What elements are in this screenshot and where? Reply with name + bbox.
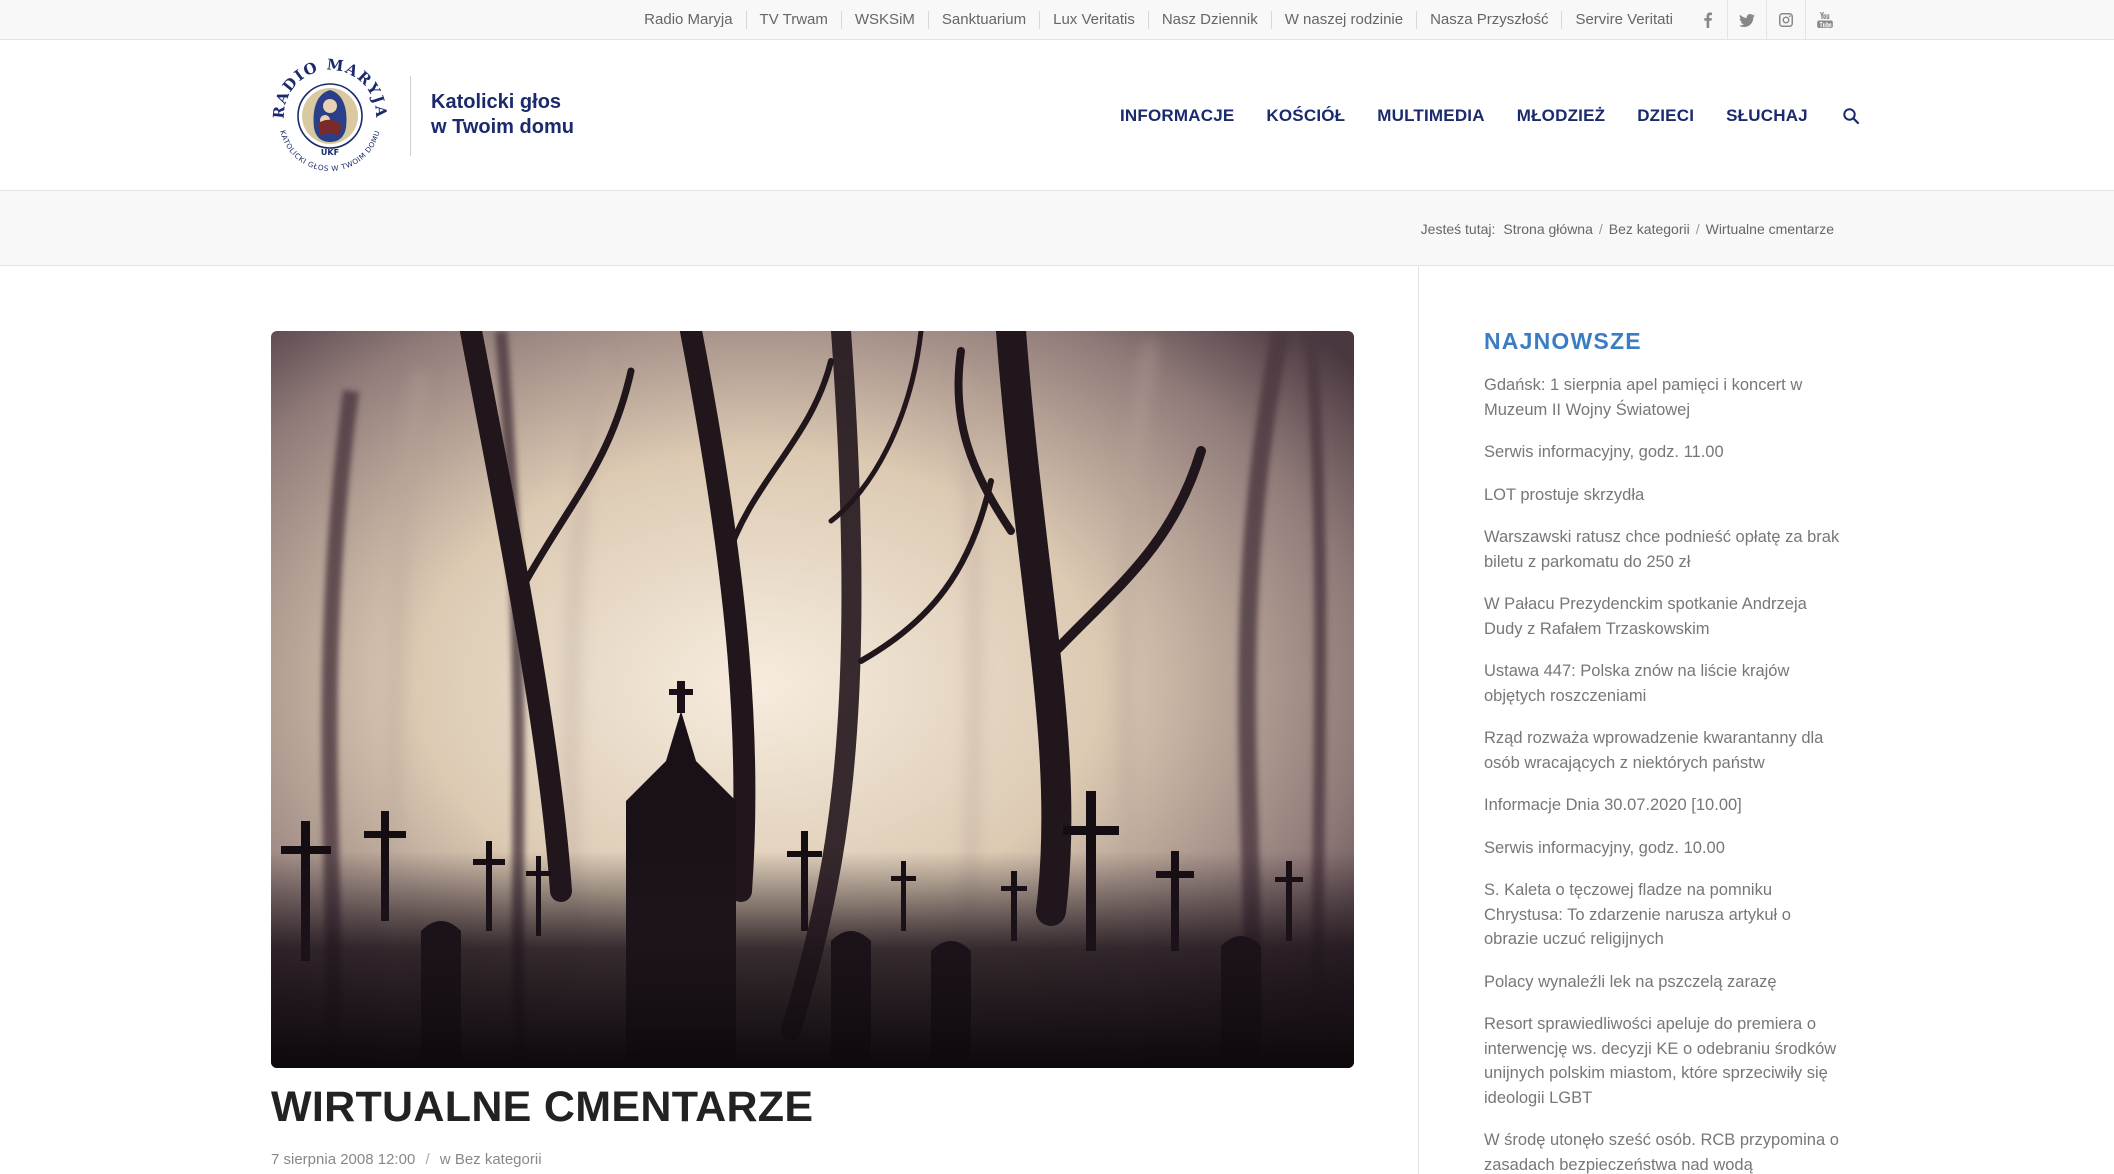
toplink-nasz-dziennik[interactable]: Nasz Dziennik: [1147, 11, 1271, 29]
site-header: RADIO MARYJA KATOLICKI GŁOS W TWOIM DOMU…: [0, 40, 2114, 191]
sidebar-divider: [1418, 266, 1419, 1174]
list-item[interactable]: Gdańsk: 1 sierpnia apel pamięci i koncer…: [1484, 373, 1844, 422]
social-links: [1688, 0, 1844, 40]
breadcrumb-current: Wirtualne cmentarze: [1705, 220, 1834, 237]
toplink-w-naszej-rodzinie[interactable]: W naszej rodzinie: [1270, 11, 1416, 29]
list-item[interactable]: S. Kaleta o tęczowej fladze na pomniku C…: [1484, 878, 1844, 952]
toplink-lux-veritatis[interactable]: Lux Veritatis: [1039, 11, 1148, 29]
nav-dzieci[interactable]: DZIECI: [1621, 106, 1710, 126]
breadcrumb: Jesteś tutaj: Strona główna / Bez katego…: [1421, 191, 1834, 266]
search-icon[interactable]: [1824, 107, 1874, 125]
meta-separator: /: [425, 1151, 430, 1168]
latest-news-list: Gdańsk: 1 sierpnia apel pamięci i koncer…: [1484, 373, 1844, 1174]
twitter-icon[interactable]: [1727, 0, 1766, 40]
list-item[interactable]: Serwis informacyjny, godz. 11.00: [1484, 440, 1844, 465]
logo-divider: [410, 76, 411, 156]
toplink-wsksim[interactable]: WSKSiM: [840, 11, 928, 29]
toplink-tv-trwam[interactable]: TV Trwam: [745, 11, 841, 29]
list-item[interactable]: Warszawski ratusz chce podnieść opłatę z…: [1484, 525, 1844, 574]
list-item[interactable]: Ustawa 447: Polska znów na liście krajów…: [1484, 659, 1844, 708]
nav-mlodziez[interactable]: MŁODZIEŻ: [1501, 106, 1621, 126]
youtube-icon[interactable]: [1805, 0, 1844, 40]
breadcrumb-band: Jesteś tutaj: Strona główna / Bez katego…: [0, 191, 2114, 266]
toplink-sanktuarium[interactable]: Sanktuarium: [927, 11, 1039, 29]
site-tagline: Katolicki głos w Twoim domu: [431, 90, 651, 140]
radio-maryja-logo[interactable]: RADIO MARYJA KATOLICKI GŁOS W TWOIM DOMU…: [268, 54, 392, 178]
list-item[interactable]: W Pałacu Prezydenckim spotkanie Andrzeja…: [1484, 592, 1844, 641]
list-item[interactable]: LOT prostuje skrzydła: [1484, 483, 1844, 508]
list-item[interactable]: W środę utonęło sześć osób. RCB przypomi…: [1484, 1128, 1844, 1174]
nav-informacje[interactable]: INFORMACJE: [1104, 106, 1250, 126]
partner-links: Radio Maryja TV Trwam WSKSiM Sanktuarium…: [631, 0, 1686, 40]
toplink-servire-veritati[interactable]: Servire Veritati: [1561, 11, 1686, 29]
breadcrumb-separator: /: [1695, 220, 1700, 237]
top-utility-bar: Radio Maryja TV Trwam WSKSiM Sanktuarium…: [0, 0, 2114, 40]
toplink-nasza-przyszlosc[interactable]: Nasza Przyszłość: [1416, 11, 1561, 29]
nav-sluchaj[interactable]: SŁUCHAJ: [1710, 106, 1824, 126]
tagline-line-2: w Twoim domu: [431, 116, 574, 138]
list-item[interactable]: Rząd rozważa wprowadzenie kwarantanny dl…: [1484, 726, 1844, 775]
main-navigation: INFORMACJE KOŚCIÓŁ MULTIMEDIA MŁODZIEŻ D…: [1104, 40, 1874, 191]
toplink-radio-maryja[interactable]: Radio Maryja: [631, 11, 745, 29]
post-meta: 7 sierpnia 2008 12:00 / w Bez kategorii: [271, 1151, 542, 1168]
tagline-line-1: Katolicki głos: [431, 91, 562, 113]
breadcrumb-label: Jesteś tutaj:: [1420, 220, 1496, 237]
nav-multimedia[interactable]: MULTIMEDIA: [1361, 106, 1500, 126]
facebook-icon[interactable]: [1688, 0, 1727, 40]
breadcrumb-category[interactable]: Bez kategorii: [1609, 221, 1690, 237]
list-item[interactable]: Polacy wynaleźli lek na pszczelą zarazę: [1484, 970, 1844, 995]
post-category-prefix: w: [439, 1151, 451, 1168]
breadcrumb-separator: /: [1598, 220, 1603, 237]
list-item[interactable]: Resort sprawiedliwości apeluje do premie…: [1484, 1012, 1844, 1110]
logo-ukf-badge: UKF: [321, 148, 339, 157]
post-category-link[interactable]: Bez kategorii: [455, 1151, 542, 1168]
post-date: 7 sierpnia 2008 12:00: [271, 1151, 416, 1168]
list-item[interactable]: Serwis informacyjny, godz. 10.00: [1484, 836, 1844, 861]
breadcrumb-home[interactable]: Strona główna: [1503, 221, 1593, 237]
post-title[interactable]: WIRTUALNE CMENTARZE: [271, 1083, 1354, 1132]
nav-kosciol[interactable]: KOŚCIÓŁ: [1250, 106, 1361, 126]
instagram-icon[interactable]: [1766, 0, 1805, 40]
widget-title-latest: NAJNOWSZE: [1484, 328, 1642, 354]
list-item[interactable]: Informacje Dnia 30.07.2020 [10.00]: [1484, 793, 1844, 818]
featured-image-cemetery[interactable]: [271, 331, 1354, 1068]
